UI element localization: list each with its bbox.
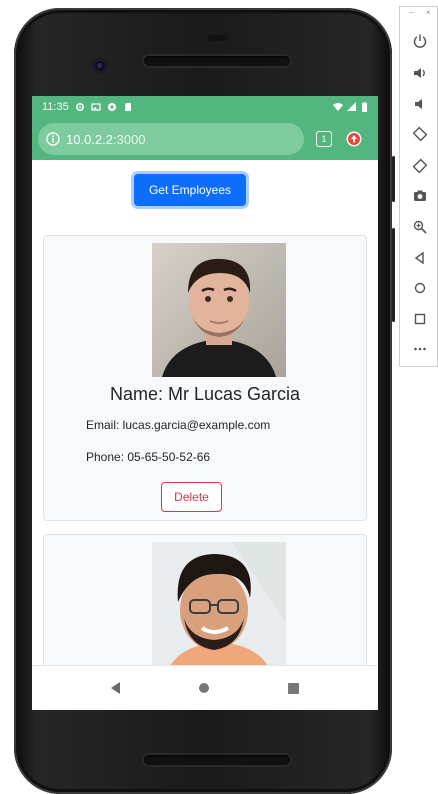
status-right	[333, 102, 368, 112]
volume-down-icon[interactable]	[412, 96, 428, 112]
gallery-icon	[91, 103, 101, 111]
battery-icon	[362, 102, 367, 112]
power-icon[interactable]	[412, 33, 428, 49]
signal-icon	[347, 102, 356, 111]
chrome-icon	[107, 103, 116, 111]
wifi-icon	[333, 103, 343, 111]
tab-switcher-button[interactable]: 1	[316, 131, 332, 147]
sd-card-icon	[124, 103, 131, 111]
phone-screen: 11:35 10.0.2.2:3000 1 Get Employees Name…	[32, 96, 378, 710]
employee-email: Email: lucas.garcia@example.com	[86, 418, 271, 432]
nav-home-icon[interactable]	[198, 683, 209, 693]
employee-portrait-image	[152, 243, 286, 377]
bottom-speaker	[144, 755, 290, 765]
zoom-icon[interactable]	[412, 219, 428, 235]
delete-button[interactable]: Delete	[161, 482, 222, 512]
front-camera	[92, 58, 108, 74]
home-icon[interactable]	[412, 280, 428, 296]
emulator-toolbar: – ×	[399, 6, 438, 367]
browser-toolbar: 10.0.2.2:3000 1	[32, 118, 378, 160]
stage: 11:35 10.0.2.2:3000 1 Get Employees Name…	[0, 0, 438, 794]
proximity-sensor	[208, 35, 228, 41]
top-speaker	[144, 56, 290, 66]
power-side-button[interactable]	[392, 156, 395, 202]
address-bar[interactable]: 10.0.2.2:3000	[38, 123, 304, 155]
employee-card	[43, 534, 367, 665]
url-text: 10.0.2.2:3000	[66, 132, 146, 147]
employee-portrait-image	[152, 542, 286, 665]
employee-card: Name: Mr Lucas Garcia Email: lucas.garci…	[43, 235, 367, 521]
employee-name: Name: Mr Lucas Garcia	[109, 384, 301, 404]
volume-up-icon[interactable]	[412, 65, 428, 81]
status-left: 11:35	[42, 101, 133, 113]
get-employees-button[interactable]: Get Employees	[134, 174, 246, 206]
nav-recents-icon[interactable]	[287, 682, 299, 694]
settings-icon	[75, 102, 84, 112]
camera-icon[interactable]	[412, 188, 428, 204]
employee-phone: Phone: 05-65-50-52-66	[86, 450, 211, 464]
window-controls: – ×	[400, 8, 437, 21]
employee-photo	[152, 542, 286, 665]
back-icon[interactable]	[412, 250, 428, 266]
rotate-right-icon[interactable]	[412, 158, 428, 174]
volume-side-button[interactable]	[392, 228, 395, 322]
url-port: :3000	[113, 131, 146, 147]
url-host: 10.0.2.2	[66, 131, 113, 147]
rotate-left-icon[interactable]	[412, 126, 428, 142]
info-icon[interactable]	[46, 132, 60, 146]
update-alert-icon[interactable]	[346, 131, 362, 147]
nav-back-icon[interactable]	[111, 682, 121, 694]
employee-photo	[152, 243, 286, 377]
status-time: 11:35	[42, 101, 69, 113]
overview-icon[interactable]	[412, 311, 428, 327]
close-button[interactable]: ×	[426, 8, 431, 17]
more-icon[interactable]	[412, 341, 428, 357]
status-bar: 11:35	[32, 96, 378, 118]
minimize-button[interactable]: –	[409, 8, 413, 17]
android-nav-bar	[32, 665, 378, 710]
page-content: Get Employees Name: Mr Lucas Garcia Emai…	[32, 160, 378, 665]
